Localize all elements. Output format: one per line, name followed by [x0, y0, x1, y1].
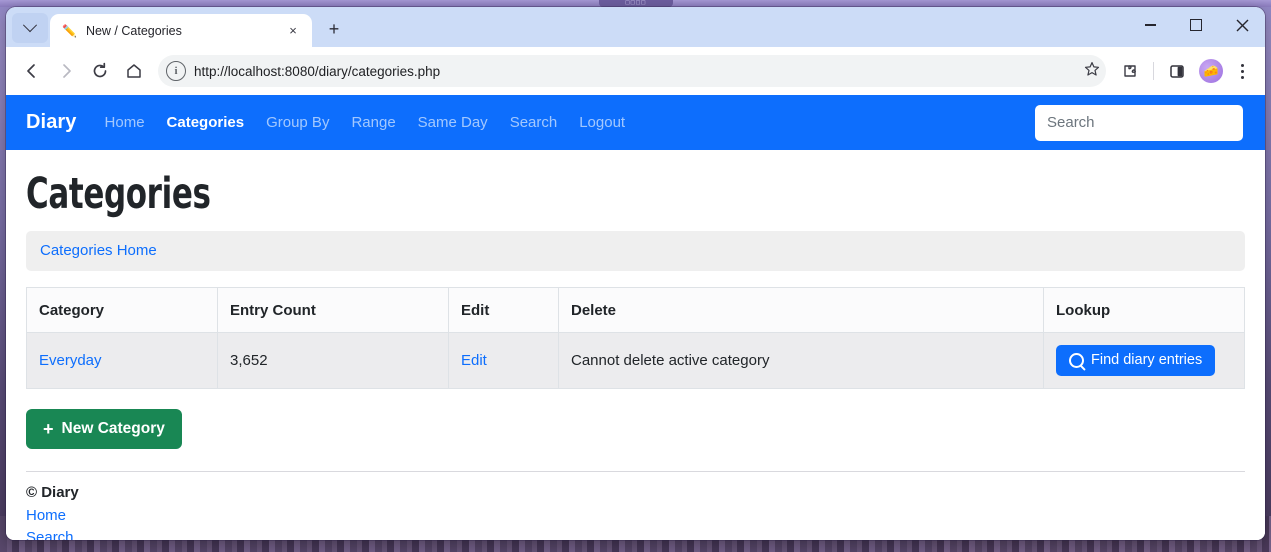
categories-table: Category Entry Count Edit Delete Lookup …	[26, 287, 1245, 390]
browser-window: ✏️ New / Categories × + i http://localho…	[6, 7, 1265, 540]
new-category-button[interactable]: + New Category	[26, 409, 182, 450]
chevron-down-icon	[22, 18, 38, 33]
new-category-label: New Category	[61, 420, 165, 438]
search-icon	[1069, 353, 1084, 369]
arrow-right-icon	[63, 64, 71, 78]
breadcrumb: Categories Home	[26, 231, 1245, 272]
nav-link-categories[interactable]: Categories	[167, 114, 245, 131]
kebab-dot-icon	[1240, 69, 1244, 73]
cell-entry-count: 3,652	[217, 332, 449, 390]
new-tab-button[interactable]: +	[319, 14, 349, 44]
avatar: 🧀	[1199, 59, 1223, 83]
cell-lookup: Find diary entries	[1043, 332, 1245, 390]
minimize-icon	[1144, 24, 1156, 26]
side-panel-icon	[1170, 65, 1184, 78]
table-row: Everyday 3,652 Edit Cannot delete active…	[26, 332, 1245, 390]
bookmark-star-icon[interactable]	[1084, 61, 1100, 81]
reload-icon	[93, 62, 107, 78]
extensions-button[interactable]	[1114, 55, 1146, 87]
footer-copyright: © Diary	[26, 484, 79, 502]
browser-toolbar: i http://localhost:8080/diary/categories…	[6, 47, 1265, 95]
site-brand[interactable]: Diary	[26, 111, 77, 134]
kebab-dot-icon	[1240, 75, 1244, 79]
navbar-links: Home Categories Group By Range Same Day …	[105, 114, 1035, 131]
table-body: Everyday 3,652 Edit Cannot delete active…	[26, 332, 1245, 390]
column-header-lookup: Lookup	[1043, 287, 1245, 334]
breadcrumb-link-categories-home[interactable]: Categories Home	[40, 242, 157, 259]
nav-link-range[interactable]: Range	[351, 114, 395, 131]
window-controls	[1127, 7, 1265, 43]
pencil-favicon-icon: ✏️	[62, 23, 77, 38]
footer-link-search[interactable]: Search	[26, 529, 1245, 540]
site-footer: © Diary Home Search	[26, 472, 1245, 540]
url-text: http://localhost:8080/diary/categories.p…	[194, 63, 441, 79]
footer-link-home[interactable]: Home	[26, 507, 1245, 524]
nav-link-search[interactable]: Search	[510, 114, 558, 131]
home-icon	[127, 64, 141, 78]
nav-link-home[interactable]: Home	[105, 114, 145, 131]
plus-icon: +	[43, 419, 54, 440]
star-icon	[1084, 62, 1100, 76]
nav-link-logout[interactable]: Logout	[579, 114, 625, 131]
background-window-titlebar: ◻◻◻◻	[598, 0, 673, 7]
page-viewport: Diary Home Categories Group By Range Sam…	[6, 95, 1265, 540]
close-window-button[interactable]	[1219, 7, 1265, 43]
close-tab-icon[interactable]: ×	[284, 22, 302, 40]
site-info-icon[interactable]: i	[166, 61, 186, 81]
page-title: Categories	[26, 169, 211, 219]
minimize-window-button[interactable]	[1127, 7, 1173, 43]
browser-tab-strip: ✏️ New / Categories × +	[6, 7, 1265, 47]
arrow-left-icon	[27, 64, 35, 78]
nav-link-same-day[interactable]: Same Day	[418, 114, 488, 131]
maximize-window-button[interactable]	[1173, 7, 1219, 43]
nav-link-group-by[interactable]: Group By	[266, 114, 329, 131]
navbar-search-input[interactable]	[1035, 104, 1243, 141]
column-header-category: Category	[26, 287, 218, 334]
site-navbar: Diary Home Categories Group By Range Sam…	[6, 95, 1265, 150]
column-header-edit: Edit	[448, 287, 559, 334]
table-header: Category Entry Count Edit Delete Lookup	[26, 287, 1245, 334]
tab-search-button[interactable]	[12, 13, 48, 43]
side-panel-button[interactable]	[1161, 55, 1193, 87]
browser-menu-button[interactable]	[1229, 56, 1255, 86]
find-diary-entries-button[interactable]: Find diary entries	[1056, 345, 1216, 377]
browser-tab[interactable]: ✏️ New / Categories ×	[50, 14, 312, 47]
close-icon	[1236, 19, 1248, 31]
puzzle-piece-icon	[1124, 65, 1136, 77]
find-diary-entries-label: Find diary entries	[1091, 352, 1203, 369]
page-content: Categories Categories Home Category Entr…	[6, 169, 1265, 540]
profile-button[interactable]: 🧀	[1195, 55, 1227, 87]
cell-category: Everyday	[26, 332, 218, 390]
address-bar[interactable]: i http://localhost:8080/diary/categories…	[158, 55, 1106, 87]
table-header-row: Category Entry Count Edit Delete Lookup	[26, 287, 1245, 334]
back-button[interactable]	[16, 55, 48, 87]
forward-button[interactable]	[50, 55, 82, 87]
cell-delete-message: Cannot delete active category	[558, 332, 1044, 390]
kebab-dot-icon	[1240, 63, 1244, 67]
edit-link[interactable]: Edit	[461, 352, 487, 369]
column-header-entry-count: Entry Count	[217, 287, 449, 334]
category-link-everyday[interactable]: Everyday	[39, 352, 102, 369]
toolbar-divider	[1153, 62, 1154, 80]
screen-top-strip: ◻◻◻◻	[0, 0, 1271, 7]
tab-title: New / Categories	[85, 23, 182, 38]
cell-edit: Edit	[448, 332, 559, 390]
home-button[interactable]	[118, 55, 150, 87]
maximize-icon	[1190, 19, 1202, 31]
column-header-delete: Delete	[558, 287, 1044, 334]
reload-button[interactable]	[84, 55, 116, 87]
